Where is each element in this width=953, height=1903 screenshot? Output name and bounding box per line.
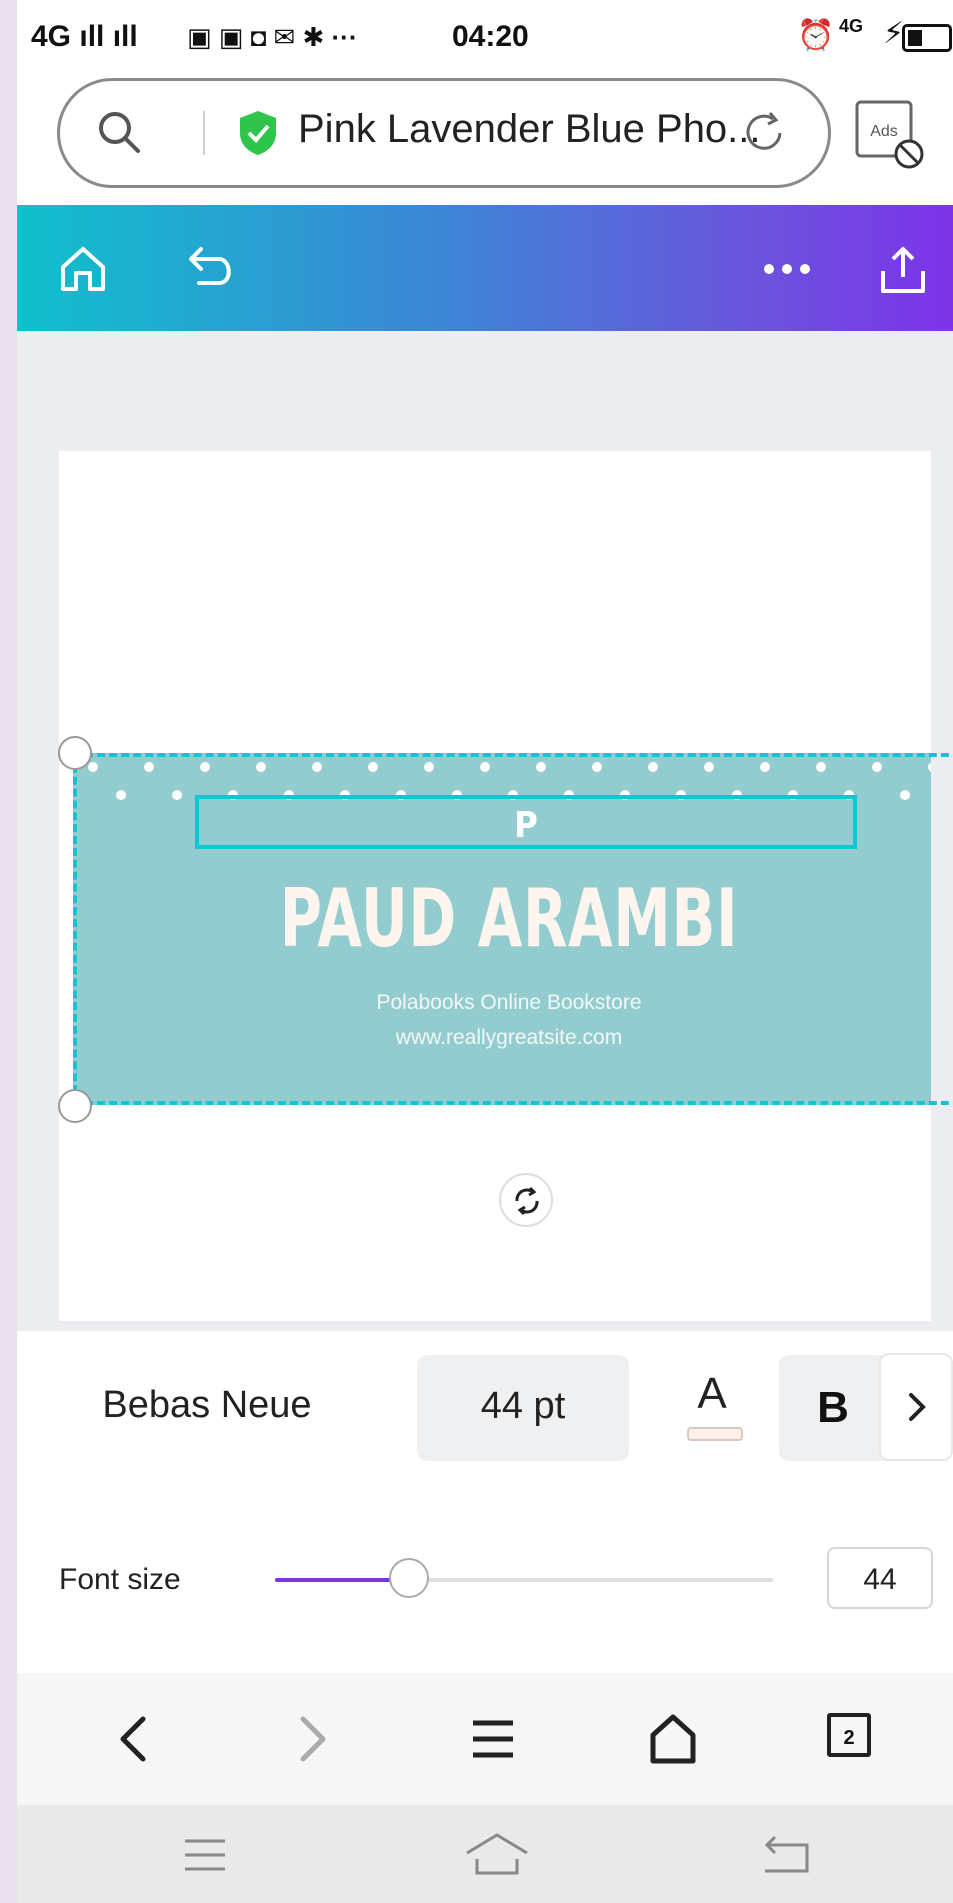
slider-thumb[interactable] (389, 1558, 430, 1598)
text-color-icon: A (697, 1369, 727, 1418)
banner-title[interactable]: PAUD ARAMBI (185, 872, 833, 965)
address-divider (203, 111, 205, 155)
design-page[interactable]: P PAUD ARAMBI Polabooks Online Bookstore… (58, 451, 953, 1321)
font-size-slider[interactable] (275, 1558, 773, 1598)
canvas-area: P PAUD ARAMBI Polabooks Online Bookstore… (17, 331, 953, 1331)
page-title[interactable]: Pink Lavender Blue Pho... (298, 107, 761, 152)
secure-shield-icon (240, 111, 276, 155)
text-format-toolbar: Bebas Neue 44 pt A B (17, 1331, 953, 1485)
pattern-dot (368, 762, 378, 772)
search-icon[interactable] (94, 107, 144, 157)
selected-text-box[interactable]: P (195, 795, 857, 849)
home-icon[interactable] (55, 241, 111, 297)
network-4g-label: 4G (839, 16, 864, 36)
alarm-icon: ⏰ (797, 19, 835, 52)
browser-nav-bar: 2 (17, 1673, 953, 1805)
pattern-dot (760, 762, 770, 772)
text-color-button[interactable]: A (677, 1355, 747, 1461)
banner-website[interactable]: www.reallygreatsite.com (59, 1026, 953, 1050)
font-size-panel: Font size 44 (17, 1483, 953, 1673)
system-back-icon[interactable] (761, 1833, 813, 1875)
pattern-dot (172, 790, 182, 800)
ads-label: Ads (870, 123, 898, 140)
bold-label: B (817, 1383, 849, 1432)
share-icon[interactable] (875, 241, 931, 297)
system-nav-bar (17, 1805, 953, 1903)
pattern-dot (480, 762, 490, 772)
font-size-label: 44 pt (480, 1385, 566, 1427)
font-size-button[interactable]: 44 pt (417, 1355, 629, 1461)
pattern-dot (928, 762, 931, 772)
font-size-slider-label: Font size (59, 1563, 181, 1596)
font-size-input[interactable]: 44 (827, 1547, 933, 1609)
charging-icon: ⚡ (883, 17, 905, 50)
menu-icon[interactable] (469, 1713, 517, 1765)
font-family-label: Bebas Neue (102, 1384, 312, 1426)
tab-count: 2 (843, 1727, 855, 1749)
ad-block-icon[interactable]: Ads (853, 98, 929, 174)
resize-handle-bottom-left[interactable] (58, 1089, 92, 1123)
pattern-dot (424, 762, 434, 772)
phone-screen: 4G ıll ıll ▣ ▣ ◘ ✉ ✱ ··· 04:20 ⏰ 4G ⚡ Pi… (17, 0, 953, 1903)
back-icon[interactable] (113, 1713, 153, 1765)
pattern-dot (144, 762, 154, 772)
battery-icon (902, 24, 952, 52)
more-tools-button[interactable] (879, 1353, 953, 1461)
resize-handle-top-left[interactable] (58, 736, 92, 770)
chevron-right-icon (909, 1393, 926, 1421)
selected-text[interactable]: P (199, 805, 853, 846)
pattern-dot (312, 762, 322, 772)
reload-icon[interactable] (740, 109, 788, 157)
text-color-swatch (687, 1427, 743, 1441)
bold-button[interactable]: B (779, 1355, 887, 1461)
tabs-button[interactable]: 2 (827, 1713, 871, 1757)
notification-icons: ▣ ▣ ◘ ✉ ✱ ··· (187, 22, 358, 52)
more-dots-icon[interactable] (757, 241, 817, 297)
rotate-button[interactable] (499, 1173, 553, 1227)
network-indicator: 4G ıll ıll (31, 20, 138, 53)
pattern-dot (536, 762, 546, 772)
system-home-icon[interactable] (463, 1831, 531, 1877)
font-family-button[interactable]: Bebas Neue (77, 1359, 337, 1455)
status-bar: 4G ıll ıll ▣ ▣ ◘ ✉ ✱ ··· 04:20 ⏰ 4G ⚡ (17, 0, 953, 72)
pattern-dot (88, 762, 98, 772)
pattern-dot (592, 762, 602, 772)
font-size-value: 44 (863, 1563, 897, 1596)
forward-icon[interactable] (293, 1713, 333, 1765)
status-time: 04:20 (452, 20, 529, 53)
pattern-dot (900, 790, 910, 800)
address-bar[interactable]: Pink Lavender Blue Pho... (57, 78, 831, 188)
pattern-dot (704, 762, 714, 772)
banner-subtitle[interactable]: Polabooks Online Bookstore (59, 991, 953, 1015)
pattern-dot (256, 762, 266, 772)
pattern-dot (648, 762, 658, 772)
pattern-dot (200, 762, 210, 772)
rotate-icon (515, 1186, 539, 1216)
pattern-dot (116, 790, 126, 800)
recent-apps-icon[interactable] (181, 1835, 229, 1875)
editor-toolbar (17, 205, 953, 331)
undo-icon[interactable] (179, 241, 239, 297)
pattern-dot (816, 762, 826, 772)
pattern-dot (872, 762, 882, 772)
home-icon[interactable] (647, 1713, 699, 1765)
